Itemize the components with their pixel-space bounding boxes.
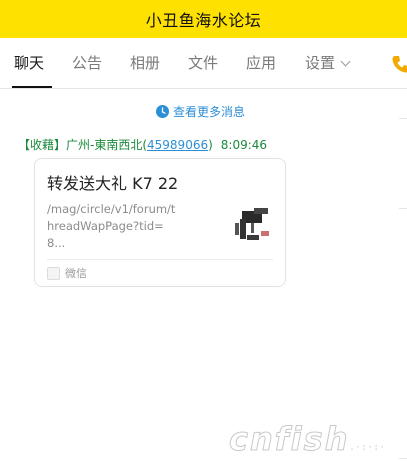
svg-text:cnfish: cnfish	[229, 420, 349, 458]
sender-name: 【收藉】广州-東南西北(	[18, 138, 148, 152]
view-more-messages-label: 查看更多消息	[173, 105, 246, 119]
group-chat-window: 小丑鱼海水论坛 聊天 公告 相册 文件 应用 设置 查看更多消息 【收藉】广州-…	[0, 0, 407, 461]
divider	[399, 208, 407, 209]
tab-chat[interactable]: 聊天	[14, 52, 44, 73]
tab-settings-label: 设置	[305, 54, 336, 72]
tab-bar: 聊天 公告 相册 文件 应用 设置	[0, 38, 407, 89]
tab-files[interactable]: 文件	[188, 52, 218, 73]
message-sender-line: 【收藉】广州-東南西北(45989066) 8:09:46	[18, 136, 267, 153]
divider	[399, 118, 407, 119]
message-time: 8:09:46	[220, 138, 268, 152]
wechat-icon	[47, 266, 60, 280]
view-more-messages-link[interactable]: 查看更多消息	[156, 103, 245, 120]
active-tab-indicator	[12, 86, 52, 88]
tab-announcements[interactable]: 公告	[72, 52, 102, 73]
card-thumbnail	[229, 201, 275, 247]
card-source-label: 微信	[65, 267, 87, 280]
sender-qq-link[interactable]: 45989066	[147, 138, 208, 152]
window-title: 小丑鱼海水论坛	[145, 11, 262, 30]
sender-close-paren: )	[208, 138, 213, 152]
card-description: /mag/circle/v1/forum/threadWapPage?tid=8…	[47, 202, 176, 250]
divider	[399, 458, 407, 459]
card-title: 转发送大礼 K7 22	[47, 174, 179, 193]
cnfish-watermark: cnfish .·:·:·	[229, 420, 386, 459]
title-bar: 小丑鱼海水论坛	[0, 0, 407, 38]
tab-apps[interactable]: 应用	[246, 52, 276, 73]
svg-text:.·:·:·: .·:·:·	[349, 442, 385, 453]
clock-icon	[156, 105, 169, 118]
tab-album[interactable]: 相册	[130, 52, 160, 73]
tab-settings[interactable]: 设置	[305, 52, 351, 73]
divider	[47, 259, 273, 260]
chevron-down-icon	[340, 56, 351, 67]
card-source: 微信	[47, 265, 87, 281]
phone-icon[interactable]	[392, 55, 407, 73]
shared-link-card[interactable]: 转发送大礼 K7 22 /mag/circle/v1/forum/threadW…	[34, 158, 286, 287]
